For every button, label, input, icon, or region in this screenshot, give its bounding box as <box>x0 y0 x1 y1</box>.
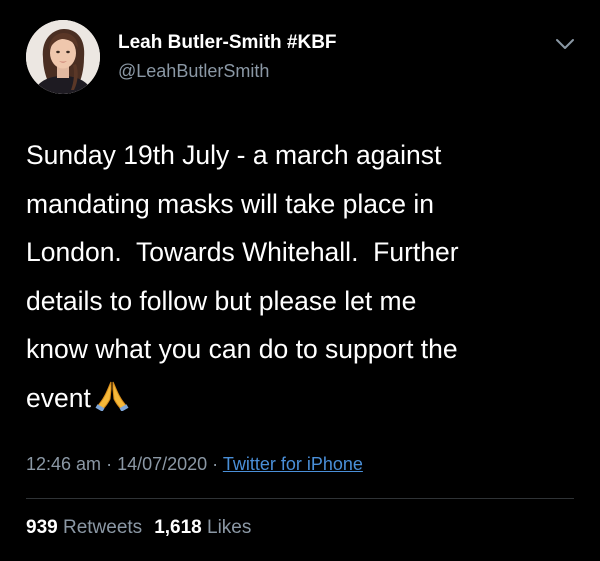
tweet-card: Leah Butler-Smith #KBF @LeahButlerSmith … <box>0 0 600 561</box>
author-handle[interactable]: @LeahButlerSmith <box>118 61 269 82</box>
likes-count: 1,618 <box>154 517 202 538</box>
meta-separator: · <box>101 454 118 474</box>
tweet-date[interactable]: 14/07/2020 <box>117 454 207 474</box>
likes-label: Likes <box>207 517 252 538</box>
avatar[interactable] <box>26 20 100 94</box>
retweets-stat[interactable]: 939 Retweets <box>26 517 142 538</box>
likes-stat[interactable]: 1,618 Likes <box>154 517 251 538</box>
tweet-text-content: Sunday 19th July - a march against manda… <box>26 140 459 413</box>
meta-separator: · <box>207 454 223 474</box>
retweets-label: Retweets <box>62 517 143 538</box>
chevron-down-icon[interactable] <box>554 36 576 52</box>
folded-hands-icon <box>95 378 129 427</box>
profile-photo <box>26 20 100 94</box>
tweet-source-link[interactable]: Twitter for iPhone <box>223 454 363 474</box>
divider <box>26 498 574 499</box>
tweet-time[interactable]: 12:46 am <box>26 454 101 474</box>
author-display-name[interactable]: Leah Butler-Smith #KBF <box>118 32 337 54</box>
tweet-text: Sunday 19th July - a march against manda… <box>26 131 581 426</box>
tweet-meta: 12:46 am · 14/07/2020 · Twitter for iPho… <box>26 454 363 475</box>
tweet-stats: 939 Retweets 1,618 Likes <box>26 517 251 539</box>
retweets-count: 939 <box>26 517 58 538</box>
